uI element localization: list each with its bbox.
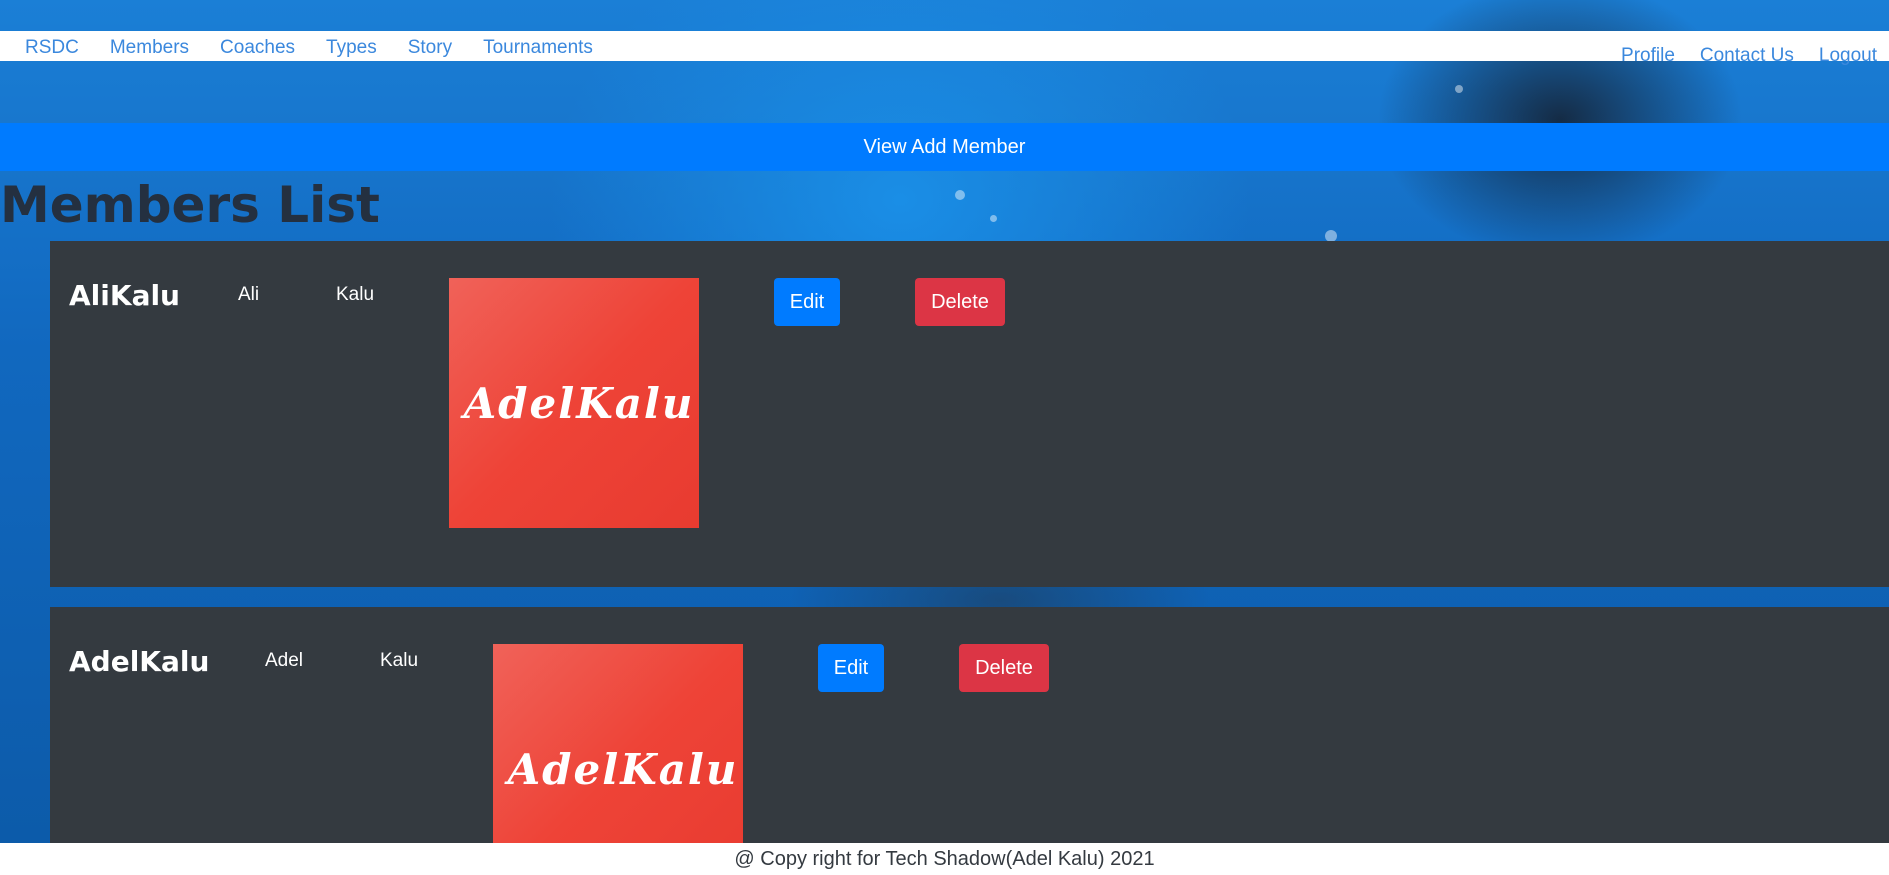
edit-button[interactable]: Edit xyxy=(774,278,840,326)
top-navbar: RSDC Members Coaches Types Story Tournam… xyxy=(0,31,1889,66)
member-full-name: AliKalu xyxy=(69,279,180,312)
member-card: AdelKalu Adel Kalu AdelKalu Edit Delete xyxy=(50,607,1889,875)
nav-link-profile[interactable]: Profile xyxy=(1621,45,1675,67)
nav-link-types[interactable]: Types xyxy=(326,37,377,59)
member-photo: AdelKalu xyxy=(493,644,743,875)
member-full-name: AdelKalu xyxy=(69,645,210,678)
delete-button[interactable]: Delete xyxy=(915,278,1005,326)
page-title: Members List xyxy=(0,176,380,234)
bubble xyxy=(955,190,965,200)
nav-link-coaches[interactable]: Coaches xyxy=(220,37,295,59)
member-first-name: Adel xyxy=(265,650,304,671)
nav-right-group: Profile Contact Us Logout xyxy=(1621,45,1877,67)
bubble xyxy=(990,215,997,222)
delete-button[interactable]: Delete xyxy=(959,644,1049,692)
nav-link-tournaments[interactable]: Tournaments xyxy=(483,37,593,59)
nav-link-contact-us[interactable]: Contact Us xyxy=(1700,45,1794,67)
member-photo-text: AdelKalu xyxy=(507,744,739,794)
member-last-name: Kalu xyxy=(336,284,375,305)
nav-link-story[interactable]: Story xyxy=(408,37,452,59)
nav-link-members[interactable]: Members xyxy=(110,37,189,59)
member-first-name: Ali xyxy=(238,284,260,305)
nav-link-logout[interactable]: Logout xyxy=(1819,45,1877,67)
member-card: AliKalu Ali Kalu AdelKalu Edit Delete xyxy=(50,241,1889,587)
member-photo: AdelKalu xyxy=(449,278,699,528)
footer-copyright: @ Copy right for Tech Shadow(Adel Kalu) … xyxy=(0,843,1889,875)
member-photo-text: AdelKalu xyxy=(463,378,695,428)
edit-button[interactable]: Edit xyxy=(818,644,884,692)
nav-brand-link[interactable]: RSDC xyxy=(25,37,79,59)
bubble xyxy=(1455,85,1463,93)
view-add-member-button[interactable]: View Add Member xyxy=(0,123,1889,171)
member-last-name: Kalu xyxy=(380,650,419,671)
nav-left-group: RSDC Members Coaches Types Story Tournam… xyxy=(25,37,593,59)
